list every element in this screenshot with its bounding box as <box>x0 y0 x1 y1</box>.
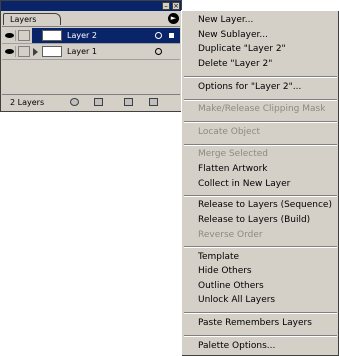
trash-icon[interactable] <box>149 98 158 106</box>
menu-item-options[interactable]: Options for "Layer 2"... <box>198 82 301 93</box>
layer-row[interactable]: Layer 1 <box>2 44 180 60</box>
menu-item-new-sublayer[interactable]: New Sublayer... <box>198 30 268 41</box>
menu-item-merge-selected: Merge Selected <box>198 149 268 159</box>
expand-triangle-icon[interactable] <box>33 48 38 56</box>
make-clipping-mask-icon[interactable] <box>70 98 79 106</box>
layers-flyout-menu: New Layer... New Sublayer... Duplicate "… <box>181 10 339 356</box>
menu-separator <box>184 246 337 248</box>
layer-thumbnail <box>42 46 62 57</box>
menu-item-unlock-all[interactable]: Unlock All Layers <box>198 295 275 306</box>
layer-name: Layer 1 <box>67 47 97 56</box>
visibility-toggle[interactable] <box>4 30 16 41</box>
menu-item-flatten-artwork[interactable]: Flatten Artwork <box>198 164 268 175</box>
eye-icon <box>5 49 14 54</box>
new-sublayer-icon[interactable] <box>94 98 103 106</box>
palette-footer: 2 Layers <box>2 94 180 110</box>
menu-item-hide-others[interactable]: Hide Others <box>198 266 252 277</box>
menu-item-new-layer[interactable]: New Layer... <box>198 15 253 26</box>
menu-item-clipping-mask: Make/Release Clipping Mask <box>198 104 326 114</box>
lock-toggle[interactable] <box>18 30 30 41</box>
menu-item-locate-object: Locate Object <box>198 127 261 137</box>
menu-item-palette-options[interactable]: Palette Options... <box>198 341 275 352</box>
menu-separator <box>184 121 337 123</box>
layer-count: 2 Layers <box>10 98 45 107</box>
menu-item-template[interactable]: Template <box>198 252 239 263</box>
selection-square-icon[interactable] <box>169 33 174 38</box>
menu-item-release-sequence[interactable]: Release to Layers (Sequence) <box>198 200 332 211</box>
menu-item-paste-remembers-layers[interactable]: Paste Remembers Layers <box>198 318 312 329</box>
new-layer-icon[interactable] <box>124 98 133 106</box>
minimize-icon[interactable]: – <box>162 2 170 10</box>
lock-toggle[interactable] <box>18 46 30 57</box>
target-icon[interactable] <box>155 32 162 39</box>
layer-thumbnail <box>42 30 62 41</box>
menu-separator <box>184 99 337 101</box>
menu-item-duplicate[interactable]: Duplicate "Layer 2" <box>198 44 286 55</box>
layers-list: Layer 2 Layer 1 <box>2 26 180 95</box>
menu-separator <box>184 195 337 197</box>
menu-item-reverse-order: Reverse Order <box>198 230 263 240</box>
palette-menu-arrow-icon[interactable]: ► <box>168 13 179 24</box>
palette-tab-strip: Layers ► <box>1 11 181 26</box>
menu-item-delete[interactable]: Delete "Layer 2" <box>198 59 272 70</box>
close-icon[interactable]: × <box>172 2 180 10</box>
layer-row[interactable]: Layer 2 <box>2 28 180 44</box>
menu-separator <box>184 312 337 314</box>
target-icon[interactable] <box>155 48 162 55</box>
eye-icon <box>5 33 14 38</box>
visibility-toggle[interactable] <box>4 46 16 57</box>
tab-layers[interactable]: Layers <box>3 13 61 25</box>
menu-item-collect-new-layer[interactable]: Collect in New Layer <box>198 179 290 190</box>
menu-item-outline-others[interactable]: Outline Others <box>198 281 264 292</box>
menu-item-release-build[interactable]: Release to Layers (Build) <box>198 215 310 226</box>
layer-name: Layer 2 <box>67 31 97 40</box>
menu-separator <box>184 76 337 78</box>
menu-separator <box>184 335 337 337</box>
palette-titlebar[interactable]: – × <box>1 1 181 11</box>
menu-separator <box>184 144 337 146</box>
layers-palette: – × Layers ► Layer 2 Layer 1 2 Layers <box>0 0 182 112</box>
